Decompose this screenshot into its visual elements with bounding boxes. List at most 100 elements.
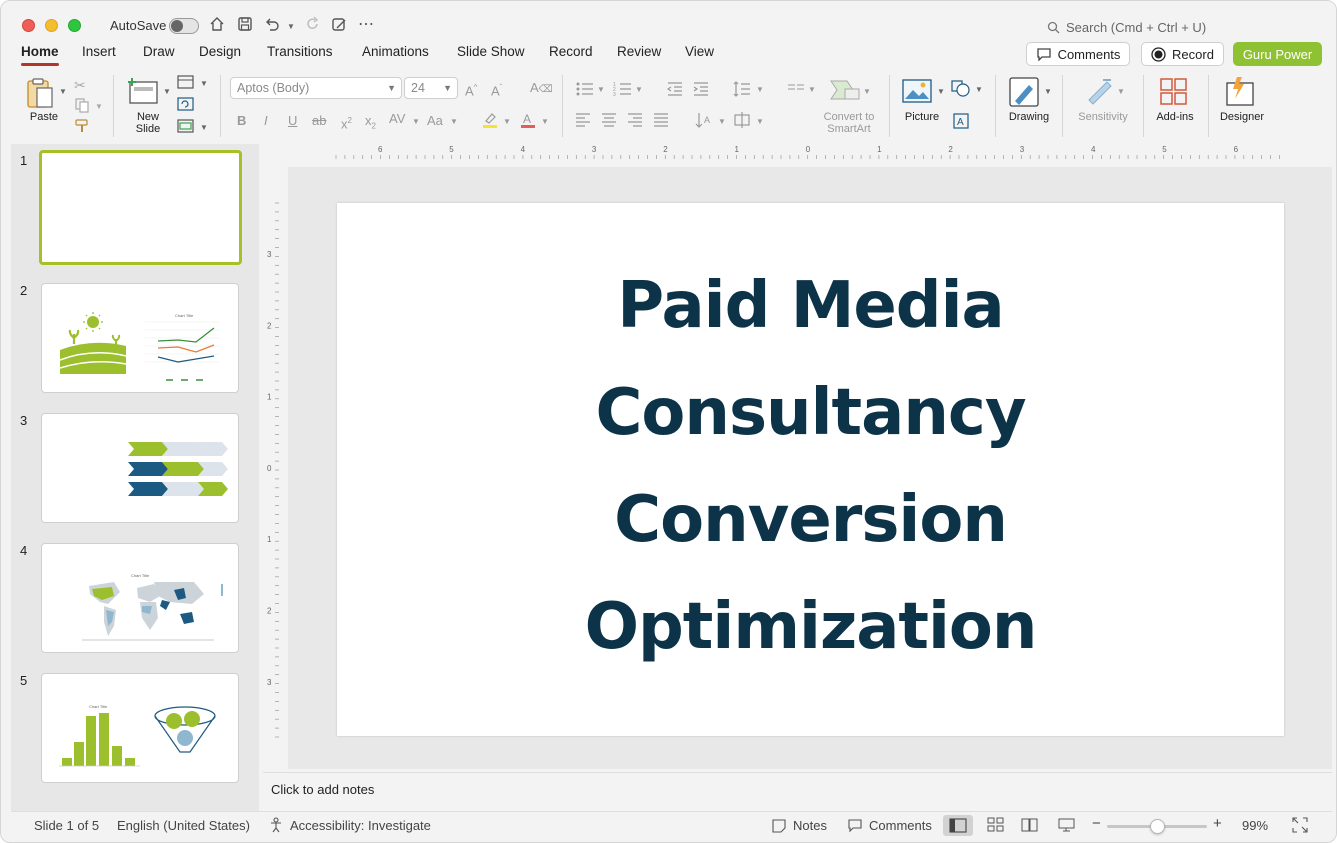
slide-thumbnail-1[interactable]: [39, 150, 242, 265]
layout-dropdown-icon[interactable]: ▼: [200, 79, 208, 88]
subscript-icon[interactable]: x2: [365, 113, 376, 135]
line-spacing-icon[interactable]: [733, 80, 751, 101]
tab-slide-show[interactable]: Slide Show: [457, 44, 525, 59]
slide-thumbnail-3[interactable]: [41, 413, 239, 523]
notes-icon[interactable]: [771, 818, 787, 836]
paste-dropdown-icon[interactable]: ▼: [59, 87, 67, 96]
save-icon[interactable]: [235, 15, 255, 35]
smartart-icon[interactable]: [829, 79, 861, 104]
language[interactable]: English (United States): [117, 818, 250, 833]
drawing-dropdown-icon[interactable]: ▼: [1044, 87, 1052, 96]
slide-show-view-icon[interactable]: [1058, 817, 1076, 836]
tab-design[interactable]: Design: [199, 44, 241, 59]
notes-toggle[interactable]: Notes: [793, 818, 827, 833]
slide-thumbnail-2[interactable]: Chart Title: [41, 283, 239, 393]
font-name-select[interactable]: Aptos (Body) ▼: [230, 77, 402, 99]
drawing-icon[interactable]: [1009, 77, 1041, 110]
justify-icon[interactable]: [653, 112, 669, 131]
bold-icon[interactable]: B: [237, 113, 246, 129]
tab-animations[interactable]: Animations: [362, 44, 429, 59]
zoom-out-button[interactable]: −: [1092, 815, 1101, 832]
line-spacing-dropdown-icon[interactable]: ▼: [756, 85, 764, 94]
font-size-select[interactable]: 24 ▼: [404, 77, 458, 99]
redo-icon[interactable]: [303, 15, 323, 35]
shapes-dropdown-icon[interactable]: ▼: [975, 85, 983, 94]
change-case-icon[interactable]: Aa: [427, 113, 443, 129]
highlight-dropdown-icon[interactable]: ▼: [503, 117, 511, 126]
font-color-icon[interactable]: A: [519, 111, 537, 132]
decrease-indent-icon[interactable]: [666, 81, 683, 100]
picture-dropdown-icon[interactable]: ▼: [937, 87, 945, 96]
text-direction-dropdown-icon[interactable]: ▼: [718, 117, 726, 126]
minimize-window-button[interactable]: [45, 19, 58, 32]
notes-pane[interactable]: Click to add notes: [263, 772, 1332, 810]
copy-dropdown-icon[interactable]: ▼: [95, 102, 103, 111]
strikethrough-icon[interactable]: ab: [312, 113, 326, 129]
tab-insert[interactable]: Insert: [82, 44, 116, 59]
textbox-icon[interactable]: A: [952, 112, 970, 133]
comments-toggle[interactable]: Comments: [869, 818, 932, 833]
underline-icon[interactable]: U: [288, 113, 297, 129]
reading-view-icon[interactable]: [1021, 817, 1039, 836]
more-options-icon[interactable]: ⋯: [356, 15, 376, 35]
slide-1[interactable]: Paid Media Consultancy Conversion Optimi…: [337, 203, 1284, 736]
new-slide-button[interactable]: [128, 77, 160, 108]
align-left-icon[interactable]: [575, 112, 591, 131]
comments-icon[interactable]: [847, 818, 863, 836]
tab-home[interactable]: Home: [21, 44, 59, 66]
customize-icon[interactable]: [329, 15, 349, 35]
fit-to-window-icon[interactable]: [1292, 817, 1308, 836]
accessibility-icon[interactable]: [269, 817, 285, 836]
record-button[interactable]: Record: [1141, 42, 1224, 66]
add-ins-icon[interactable]: [1159, 77, 1189, 110]
text-direction-icon[interactable]: A: [695, 111, 713, 132]
zoom-percent[interactable]: 99%: [1242, 818, 1268, 833]
cut-icon[interactable]: ✂: [74, 77, 86, 94]
character-spacing-icon[interactable]: AV: [389, 111, 405, 127]
guru-power-button[interactable]: Guru Power: [1233, 42, 1322, 66]
reset-icon[interactable]: [177, 97, 195, 115]
layout-icon[interactable]: [177, 75, 195, 93]
font-color-dropdown-icon[interactable]: ▼: [541, 117, 549, 126]
smartart-dropdown-icon[interactable]: ▼: [863, 87, 871, 96]
increase-font-icon[interactable]: A^: [465, 80, 477, 99]
zoom-window-button[interactable]: [68, 19, 81, 32]
zoom-slider[interactable]: [1107, 819, 1207, 834]
new-slide-dropdown-icon[interactable]: ▼: [163, 87, 171, 96]
align-text-dropdown-icon[interactable]: ▼: [756, 117, 764, 126]
clear-formatting-icon[interactable]: A⌫: [530, 80, 553, 98]
slide-thumbnail-5[interactable]: Chart Title: [41, 673, 239, 783]
autosave-toggle[interactable]: [169, 18, 199, 34]
columns-dropdown-icon[interactable]: ▼: [808, 85, 816, 94]
decrease-font-icon[interactable]: Aˇ: [491, 80, 502, 99]
home-icon[interactable]: [207, 15, 227, 35]
tab-record[interactable]: Record: [549, 44, 593, 59]
normal-view-button[interactable]: [943, 815, 973, 836]
zoom-in-button[interactable]: +: [1213, 815, 1222, 832]
tab-transitions[interactable]: Transitions: [267, 44, 333, 59]
slide-thumbnail-4[interactable]: Chart Title: [41, 543, 239, 653]
designer-icon[interactable]: [1225, 75, 1257, 110]
sensitivity-dropdown-icon[interactable]: ▼: [1117, 87, 1125, 96]
picture-icon[interactable]: [902, 79, 932, 106]
section-icon[interactable]: [177, 119, 195, 137]
undo-icon[interactable]: [262, 15, 282, 35]
align-right-icon[interactable]: [627, 112, 643, 131]
character-spacing-dropdown-icon[interactable]: ▼: [412, 117, 420, 126]
zoom-slider-handle[interactable]: [1150, 819, 1165, 834]
numbering-icon[interactable]: 123: [613, 81, 633, 100]
align-text-icon[interactable]: [733, 111, 751, 132]
undo-dropdown-icon[interactable]: ▼: [287, 22, 295, 31]
search-box[interactable]: Search (Cmd + Ctrl + U): [1047, 18, 1206, 36]
sensitivity-icon[interactable]: [1085, 76, 1115, 109]
superscript-icon[interactable]: x2: [341, 113, 352, 132]
slide-title-textbox[interactable]: Paid Media Consultancy Conversion Optimi…: [337, 253, 1284, 681]
comments-button[interactable]: Comments: [1026, 42, 1130, 66]
section-dropdown-icon[interactable]: ▼: [200, 123, 208, 132]
accessibility-status[interactable]: Accessibility: Investigate: [290, 818, 431, 833]
align-center-icon[interactable]: [601, 112, 617, 131]
tab-review[interactable]: Review: [617, 44, 661, 59]
close-window-button[interactable]: [22, 19, 35, 32]
bullets-icon[interactable]: [575, 81, 595, 100]
columns-icon[interactable]: [787, 81, 805, 100]
